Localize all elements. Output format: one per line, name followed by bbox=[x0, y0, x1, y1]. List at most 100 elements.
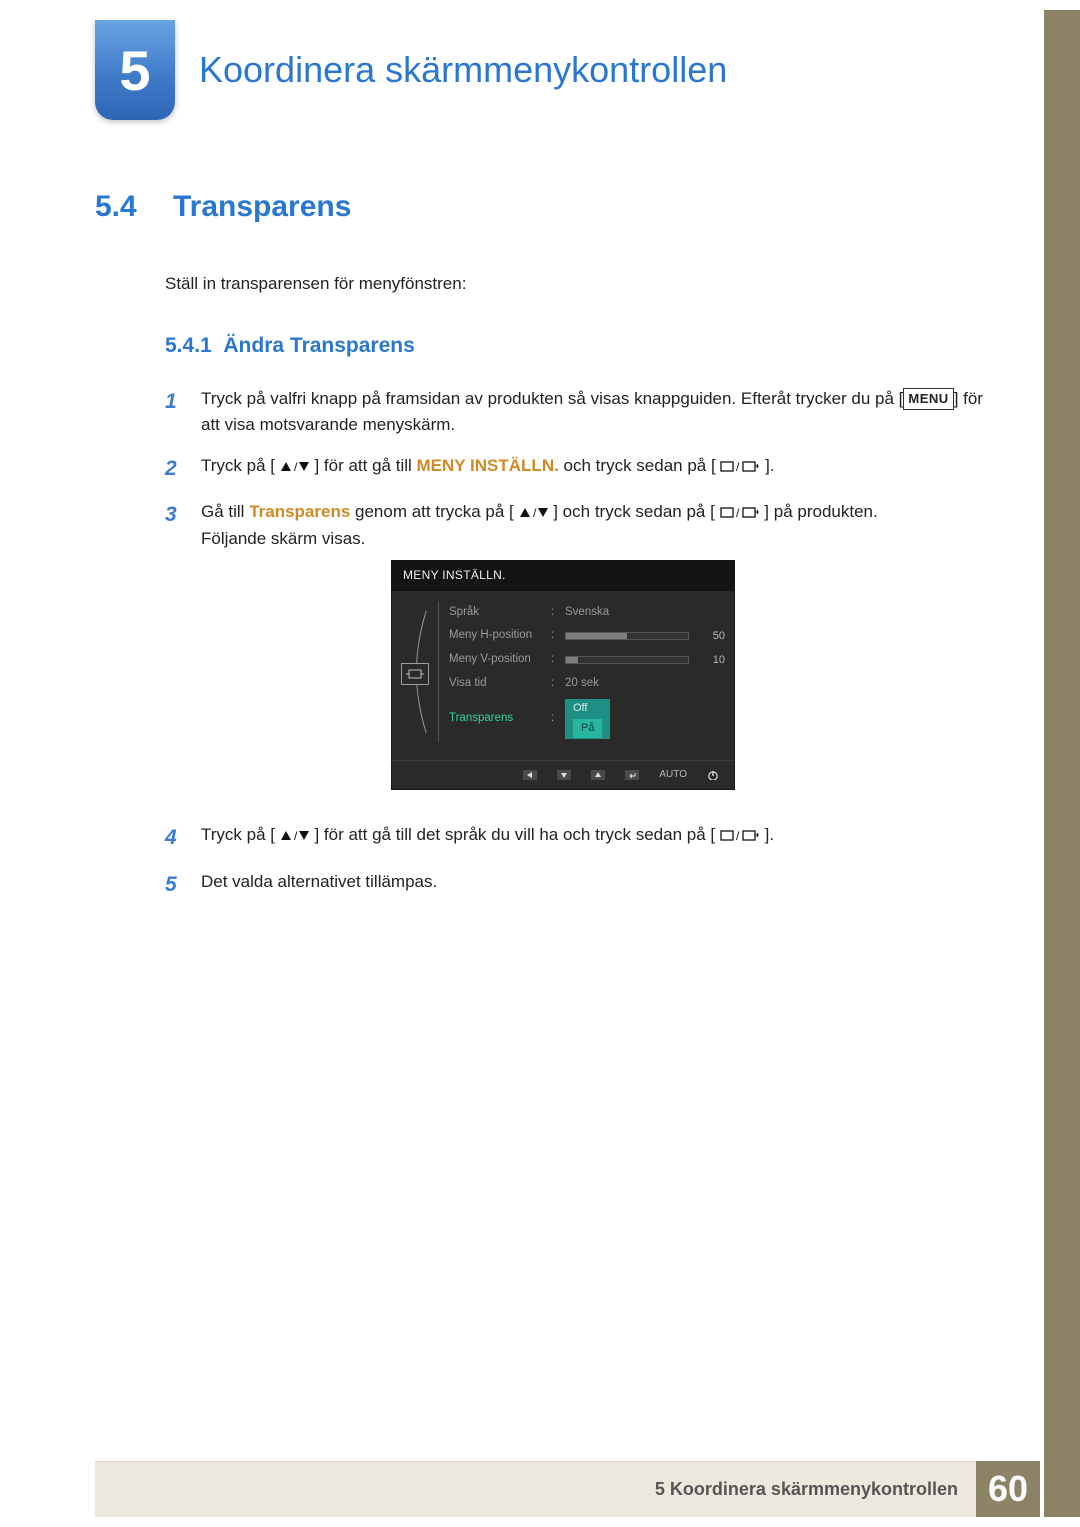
osd-value-num: 10 bbox=[695, 652, 725, 669]
step-5: 5 Det valda alternativet tillämpas. bbox=[165, 869, 1004, 902]
osd-value-num: 50 bbox=[695, 628, 725, 645]
step-number: 2 bbox=[165, 453, 183, 486]
step-text: Tryck på [ / ] för att gå till det språk… bbox=[201, 822, 774, 855]
osd-slider bbox=[565, 632, 689, 640]
osd-nav-bar: AUTO bbox=[391, 760, 735, 791]
step-4: 4 Tryck på [ / ] för att gå till det spr… bbox=[165, 822, 1004, 855]
step-3-mid2: ] och tryck sedan på [ bbox=[553, 502, 715, 521]
section-heading: 5.4 Transparens bbox=[95, 190, 1004, 224]
step-2-emph: MENY INSTÄLLN. bbox=[417, 456, 559, 475]
nav-up-icon bbox=[591, 770, 605, 780]
step-2-pre: Tryck på [ bbox=[201, 456, 275, 475]
step-3-post: ] på produkten. bbox=[764, 502, 877, 521]
nav-power-icon bbox=[707, 770, 721, 780]
page-side-strip bbox=[1044, 10, 1080, 1517]
page-footer: 5 Koordinera skärmmenykontrollen 60 bbox=[95, 1461, 1040, 1517]
step-1-pre: Tryck på valfri knapp på framsidan av pr… bbox=[201, 389, 903, 408]
svg-text:/: / bbox=[736, 829, 740, 843]
osd-sep: : bbox=[551, 627, 559, 645]
enter-source-icon: / bbox=[720, 506, 760, 520]
subsection-heading: 5.4.1 Ändra Transparens bbox=[165, 334, 1004, 358]
osd-label: Språk bbox=[449, 604, 545, 622]
osd-sep: : bbox=[551, 675, 559, 693]
enter-source-icon: / bbox=[720, 829, 760, 843]
nav-down-icon bbox=[557, 770, 571, 780]
osd-sep: : bbox=[551, 710, 559, 728]
svg-text:/: / bbox=[736, 506, 740, 520]
osd-label: Visa tid bbox=[449, 675, 545, 693]
step-number: 1 bbox=[165, 386, 183, 439]
section-number: 5.4 bbox=[95, 190, 147, 224]
osd-label: Meny V-position bbox=[449, 651, 545, 669]
nav-auto-label: AUTO bbox=[659, 767, 687, 783]
osd-sep: : bbox=[551, 604, 559, 622]
step-2: 2 Tryck på [ / ] för att gå till MENY IN… bbox=[165, 453, 1004, 486]
up-down-arrow-icon: / bbox=[280, 829, 310, 843]
step-4-post: ]. bbox=[765, 825, 774, 844]
nav-enter-icon bbox=[625, 770, 639, 780]
step-3-mid: genom att trycka på [ bbox=[350, 502, 513, 521]
step-2-close: ]. bbox=[765, 456, 774, 475]
step-number: 5 bbox=[165, 869, 183, 902]
osd-sep: : bbox=[551, 651, 559, 669]
osd-label: Transparens bbox=[449, 710, 545, 728]
chapter-header: 5 Koordinera skärmmenykontrollen bbox=[95, 20, 727, 120]
osd-dropdown: Off På bbox=[565, 699, 689, 739]
footer-spacer bbox=[95, 1461, 637, 1517]
content-area: 5.4 Transparens Ställ in transparensen f… bbox=[95, 190, 1004, 915]
footer-caption: 5 Koordinera skärmmenykontrollen bbox=[637, 1461, 976, 1517]
enter-source-icon: / bbox=[720, 460, 760, 474]
menu-key-icon: MENU bbox=[903, 388, 953, 410]
step-2-mid: ] för att gå till bbox=[314, 456, 416, 475]
osd-rows: Språk : Svenska Meny H-position : 50 bbox=[449, 601, 725, 742]
step-3-emph: Transparens bbox=[249, 502, 350, 521]
osd-option-off: Off bbox=[573, 702, 587, 714]
osd-body: Språk : Svenska Meny H-position : 50 bbox=[391, 591, 735, 760]
chapter-title: Koordinera skärmmenykontrollen bbox=[199, 49, 727, 91]
footer-page-number: 60 bbox=[976, 1461, 1040, 1517]
svg-text:/: / bbox=[736, 460, 740, 474]
svg-text:/: / bbox=[533, 506, 537, 520]
step-3-after: Följande skärm visas. bbox=[201, 529, 365, 548]
step-number: 3 bbox=[165, 499, 183, 808]
step-text: Tryck på valfri knapp på framsidan av pr… bbox=[201, 386, 1004, 439]
osd-row-language: Språk : Svenska bbox=[449, 601, 725, 625]
step-text: Tryck på [ / ] för att gå till MENY INST… bbox=[201, 453, 775, 486]
up-down-arrow-icon: / bbox=[519, 506, 549, 520]
svg-text:/: / bbox=[294, 829, 298, 843]
chapter-number-badge: 5 bbox=[95, 20, 175, 120]
step-4-pre: Tryck på [ bbox=[201, 825, 275, 844]
subsection-number: 5.4.1 bbox=[165, 334, 212, 357]
steps-list: 1 Tryck på valfri knapp på framsidan av … bbox=[165, 386, 1004, 901]
step-3: 3 Gå till Transparens genom att trycka p… bbox=[165, 499, 1004, 808]
subsection-title: Ändra Transparens bbox=[223, 334, 414, 357]
step-number: 4 bbox=[165, 822, 183, 855]
adjust-icon bbox=[406, 668, 424, 680]
osd-row-hpos: Meny H-position : 50 bbox=[449, 624, 725, 648]
section-title: Transparens bbox=[173, 190, 351, 224]
up-down-arrow-icon: / bbox=[280, 460, 310, 474]
osd-dropdown-selected: Off På bbox=[565, 699, 610, 739]
step-3-pre: Gå till bbox=[201, 502, 249, 521]
step-4-mid: ] för att gå till det språk du vill ha o… bbox=[314, 825, 715, 844]
osd-row-time: Visa tid : 20 sek bbox=[449, 672, 725, 696]
step-text: Gå till Transparens genom att trycka på … bbox=[201, 499, 878, 808]
osd-value: 20 sek bbox=[565, 675, 689, 693]
osd-value: Svenska bbox=[565, 604, 689, 622]
osd-label: Meny H-position bbox=[449, 627, 545, 645]
osd-option-on: På bbox=[573, 719, 602, 738]
step-2-post: och tryck sedan på [ bbox=[559, 456, 716, 475]
osd-row-vpos: Meny V-position : 10 bbox=[449, 648, 725, 672]
step-text: Det valda alternativet tillämpas. bbox=[201, 869, 437, 902]
osd-screenshot: MENY INSTÄLLN. bbox=[391, 560, 878, 790]
osd-category-icon bbox=[401, 663, 429, 685]
osd-row-transparens: Transparens : Off På bbox=[449, 696, 725, 742]
svg-text:/: / bbox=[294, 460, 298, 474]
osd-left-rail bbox=[401, 601, 439, 742]
osd-slider bbox=[565, 656, 689, 664]
nav-left-icon bbox=[523, 770, 537, 780]
step-1: 1 Tryck på valfri knapp på framsidan av … bbox=[165, 386, 1004, 439]
osd-panel: MENY INSTÄLLN. bbox=[391, 560, 735, 790]
section-intro: Ställ in transparensen för menyfönstren: bbox=[165, 274, 1004, 294]
osd-title: MENY INSTÄLLN. bbox=[391, 560, 735, 591]
